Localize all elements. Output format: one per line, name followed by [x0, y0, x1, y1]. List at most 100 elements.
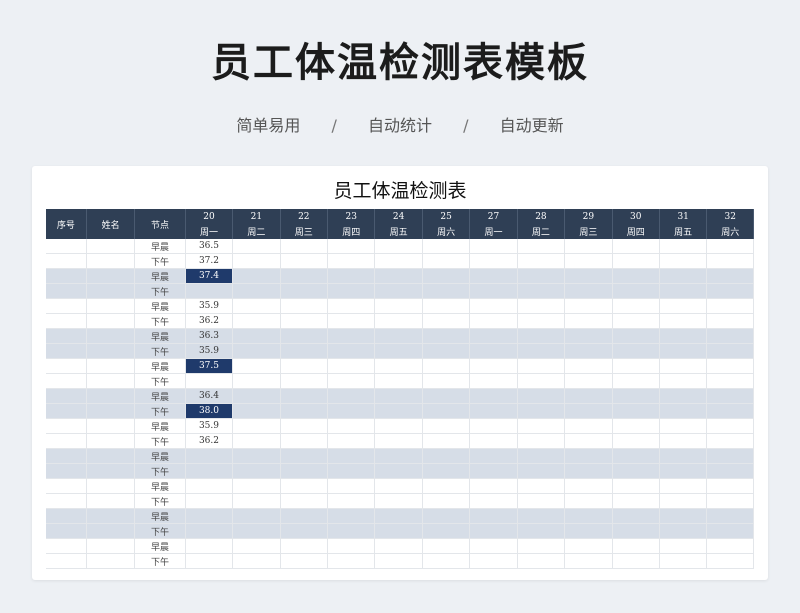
cell-temperature[interactable]: 37.4: [185, 268, 234, 284]
cell-index[interactable]: [46, 298, 87, 314]
cell-temperature[interactable]: [374, 358, 423, 374]
cell-temperature[interactable]: [232, 433, 281, 449]
cell-temperature[interactable]: [232, 508, 281, 524]
cell-temperature[interactable]: [422, 493, 471, 509]
cell-temperature[interactable]: 38.0: [185, 403, 234, 419]
cell-temperature[interactable]: [422, 523, 471, 539]
cell-temperature[interactable]: [564, 463, 613, 479]
cell-temperature[interactable]: [659, 508, 708, 524]
cell-temperature[interactable]: [659, 298, 708, 314]
cell-slot[interactable]: 下午: [134, 463, 186, 479]
cell-temperature[interactable]: [612, 523, 660, 539]
cell-temperature[interactable]: [185, 493, 234, 509]
cell-temperature[interactable]: [469, 388, 518, 404]
cell-temperature[interactable]: 36.2: [185, 433, 234, 449]
cell-temperature[interactable]: [374, 373, 423, 389]
cell-temperature[interactable]: 35.9: [185, 298, 234, 314]
cell-temperature[interactable]: [659, 313, 708, 329]
cell-index[interactable]: [46, 403, 87, 419]
cell-temperature[interactable]: [564, 268, 613, 284]
cell-temperature[interactable]: [327, 328, 376, 344]
cell-index[interactable]: [46, 239, 87, 254]
cell-temperature[interactable]: [185, 508, 234, 524]
cell-index[interactable]: [46, 343, 87, 359]
cell-temperature[interactable]: [327, 298, 376, 314]
cell-slot[interactable]: 早晨: [134, 418, 186, 434]
cell-temperature[interactable]: [706, 463, 754, 479]
cell-temperature[interactable]: [374, 448, 423, 464]
cell-temperature[interactable]: [280, 553, 329, 569]
cell-temperature[interactable]: [706, 523, 754, 539]
cell-temperature[interactable]: [469, 298, 518, 314]
cell-temperature[interactable]: [232, 343, 281, 359]
cell-temperature[interactable]: [327, 553, 376, 569]
cell-temperature[interactable]: [706, 553, 754, 569]
cell-temperature[interactable]: [517, 418, 566, 434]
cell-index[interactable]: [46, 463, 87, 479]
cell-temperature[interactable]: [564, 239, 613, 254]
cell-temperature[interactable]: [659, 239, 708, 254]
cell-temperature[interactable]: [232, 239, 281, 254]
cell-temperature[interactable]: [564, 253, 613, 269]
cell-temperature[interactable]: [374, 239, 423, 254]
cell-temperature[interactable]: 35.9: [185, 343, 234, 359]
cell-temperature[interactable]: [232, 268, 281, 284]
cell-temperature[interactable]: [517, 313, 566, 329]
cell-temperature[interactable]: [422, 298, 471, 314]
cell-temperature[interactable]: [706, 268, 754, 284]
cell-slot[interactable]: 下午: [134, 523, 186, 539]
cell-temperature[interactable]: [612, 328, 660, 344]
cell-temperature[interactable]: [706, 508, 754, 524]
cell-slot[interactable]: 早晨: [134, 239, 186, 254]
cell-temperature[interactable]: [327, 388, 376, 404]
cell-temperature[interactable]: [469, 328, 518, 344]
cell-temperature[interactable]: [517, 343, 566, 359]
cell-temperature[interactable]: [327, 343, 376, 359]
cell-temperature[interactable]: [612, 538, 660, 554]
cell-temperature[interactable]: [706, 298, 754, 314]
cell-name[interactable]: [86, 298, 136, 314]
cell-name[interactable]: [86, 343, 136, 359]
cell-temperature[interactable]: [517, 433, 566, 449]
cell-index[interactable]: [46, 373, 87, 389]
cell-temperature[interactable]: [612, 268, 660, 284]
cell-temperature[interactable]: [374, 268, 423, 284]
cell-temperature[interactable]: [706, 283, 754, 299]
cell-temperature[interactable]: [280, 313, 329, 329]
cell-temperature[interactable]: 36.2: [185, 313, 234, 329]
cell-index[interactable]: [46, 448, 87, 464]
cell-temperature[interactable]: [232, 553, 281, 569]
cell-temperature[interactable]: [374, 553, 423, 569]
cell-temperature[interactable]: [564, 553, 613, 569]
cell-temperature[interactable]: [612, 358, 660, 374]
cell-slot[interactable]: 下午: [134, 373, 186, 389]
cell-temperature[interactable]: [422, 508, 471, 524]
cell-temperature[interactable]: [374, 253, 423, 269]
cell-temperature[interactable]: [327, 358, 376, 374]
cell-temperature[interactable]: [469, 478, 518, 494]
cell-temperature[interactable]: [280, 388, 329, 404]
cell-temperature[interactable]: [327, 508, 376, 524]
cell-temperature[interactable]: [469, 538, 518, 554]
cell-temperature[interactable]: [469, 268, 518, 284]
cell-temperature[interactable]: [327, 418, 376, 434]
cell-temperature[interactable]: [422, 328, 471, 344]
cell-temperature[interactable]: [706, 239, 754, 254]
cell-temperature[interactable]: [659, 268, 708, 284]
cell-temperature[interactable]: [327, 373, 376, 389]
cell-temperature[interactable]: [374, 283, 423, 299]
cell-temperature[interactable]: [469, 463, 518, 479]
cell-temperature[interactable]: [706, 448, 754, 464]
cell-temperature[interactable]: [327, 403, 376, 419]
cell-temperature[interactable]: [612, 239, 660, 254]
cell-temperature[interactable]: [517, 388, 566, 404]
cell-temperature[interactable]: 35.9: [185, 418, 234, 434]
cell-temperature[interactable]: [517, 373, 566, 389]
cell-temperature[interactable]: [659, 358, 708, 374]
cell-temperature[interactable]: [564, 298, 613, 314]
cell-temperature[interactable]: [469, 253, 518, 269]
cell-temperature[interactable]: [659, 448, 708, 464]
cell-name[interactable]: [86, 268, 136, 284]
cell-temperature[interactable]: [612, 508, 660, 524]
cell-temperature[interactable]: [517, 328, 566, 344]
